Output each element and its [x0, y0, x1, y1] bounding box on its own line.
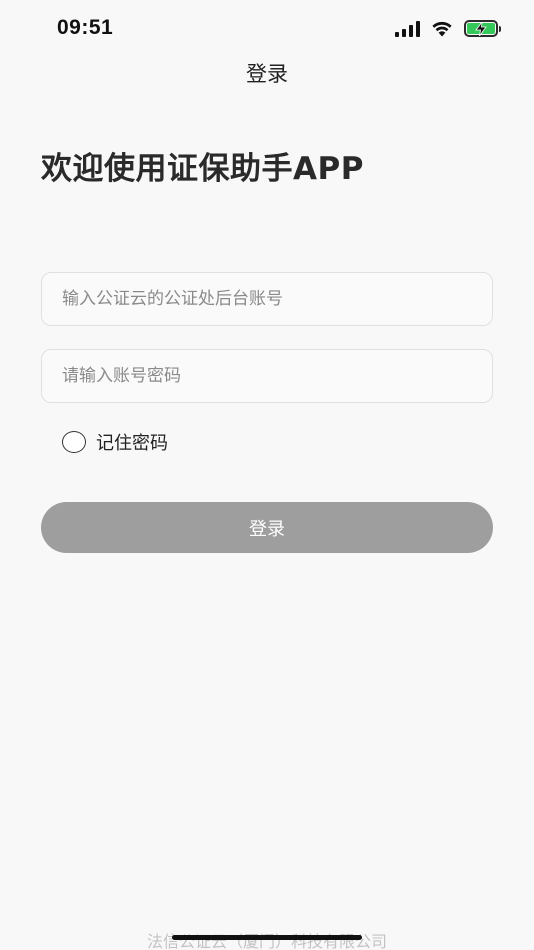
- login-screen: 09:51 登录 欢迎使用证保助手APP 输入公证云的公证处后台账号 记住密码 …: [0, 0, 534, 950]
- password-field-wrapper: [41, 349, 493, 403]
- account-field-wrapper: [41, 272, 493, 326]
- page-title: 登录: [246, 62, 288, 86]
- battery-charging-icon: [464, 20, 501, 37]
- login-button[interactable]: 登录: [41, 502, 493, 553]
- status-icons: [395, 20, 501, 37]
- welcome-title: 欢迎使用证保助手APP: [41, 151, 364, 187]
- status-bar: 09:51: [0, 0, 534, 58]
- password-input[interactable]: [42, 350, 492, 402]
- remember-password-toggle[interactable]: 记住密码: [62, 429, 168, 455]
- charging-bolt-icon: [475, 22, 487, 36]
- wifi-icon: [432, 21, 452, 37]
- status-time: 09:51: [57, 16, 114, 39]
- remember-radio[interactable]: [62, 431, 86, 453]
- remember-label: 记住密码: [96, 433, 168, 454]
- signal-icon: [395, 20, 420, 37]
- account-input[interactable]: [42, 273, 492, 325]
- home-indicator[interactable]: [172, 935, 362, 940]
